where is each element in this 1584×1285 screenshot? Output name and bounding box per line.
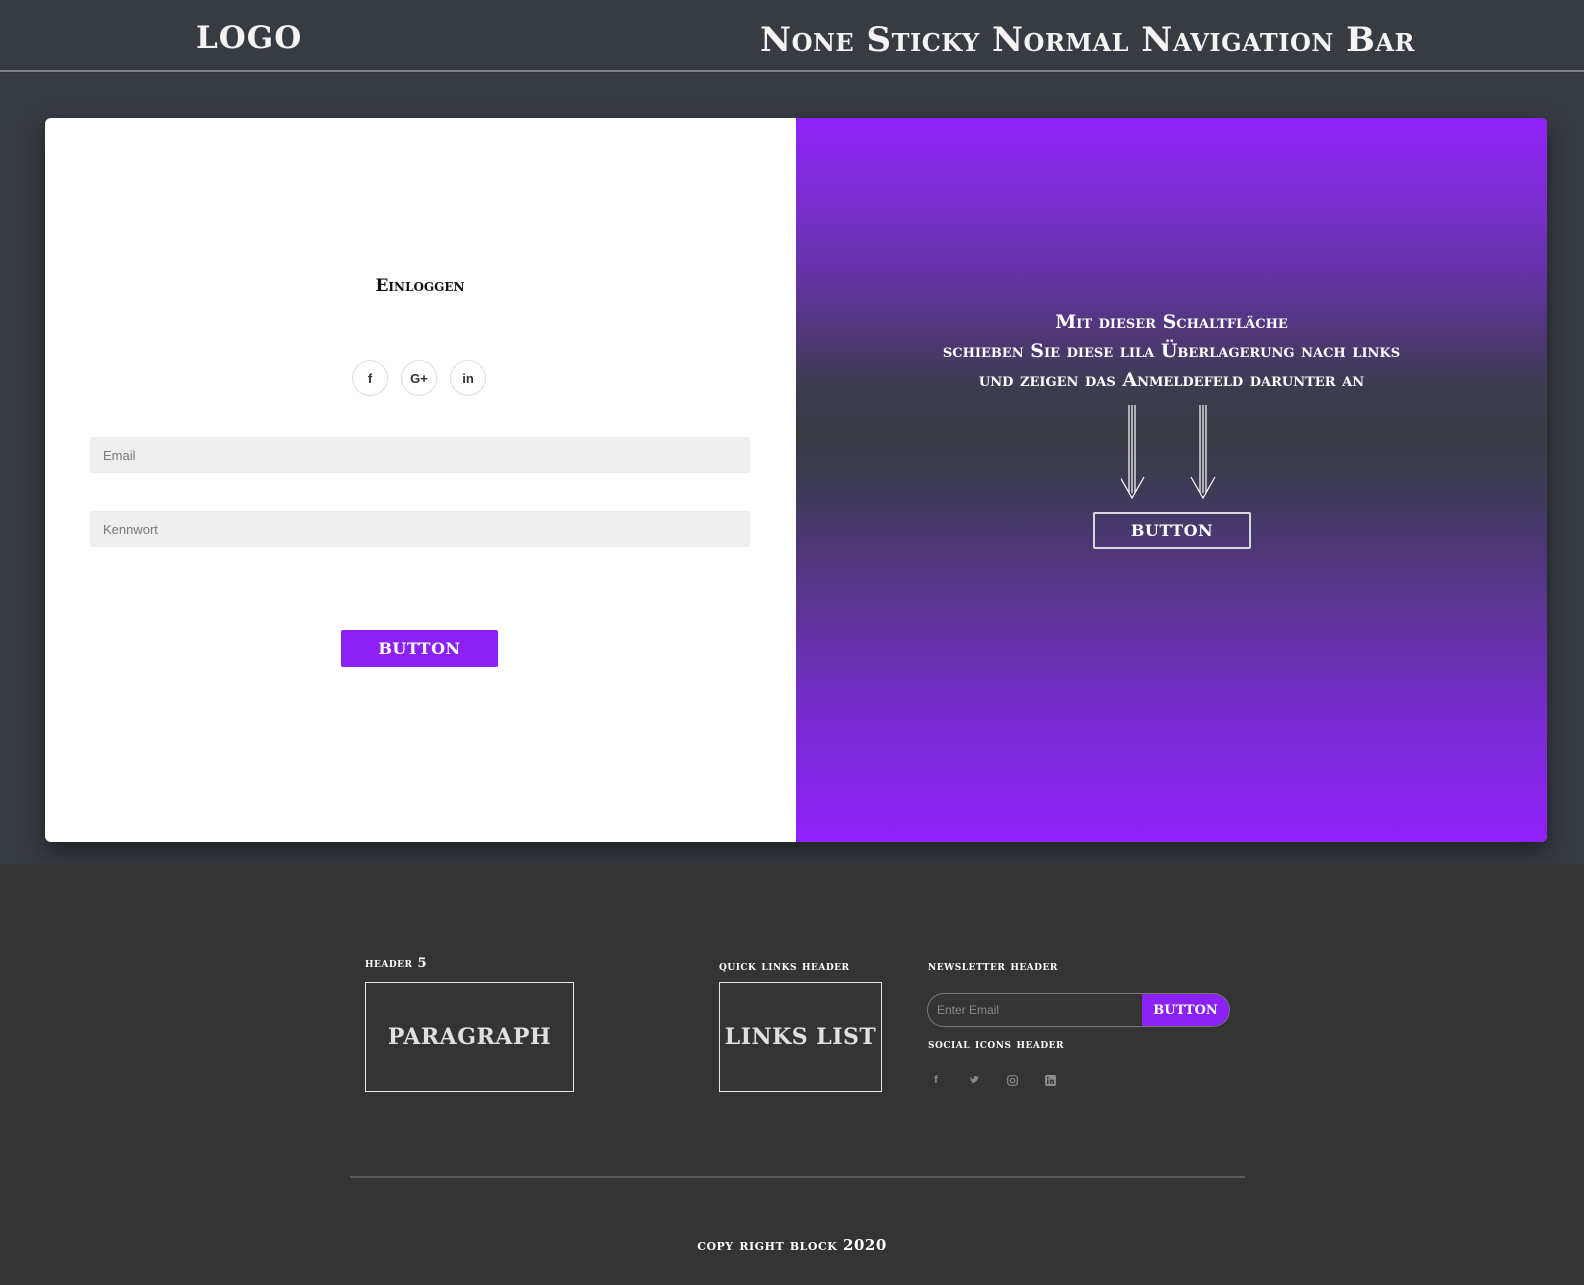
login-button[interactable]: BUTTON bbox=[341, 630, 498, 667]
login-card: Einloggen f G+ in BUTTON Mit dieser Scha… bbox=[45, 118, 1547, 842]
login-title: Einloggen bbox=[375, 276, 465, 296]
down-arrows-icon bbox=[1121, 405, 1216, 500]
footer-header-5: header 5 bbox=[365, 956, 428, 971]
nav-title: None Sticky Normal Navigation Bar bbox=[760, 20, 1415, 60]
logo[interactable]: LOGO bbox=[196, 20, 302, 56]
instagram-icon[interactable] bbox=[1004, 1073, 1020, 1087]
newsletter-email-input[interactable] bbox=[928, 994, 1142, 1026]
newsletter-header: newsletter header bbox=[928, 959, 1058, 974]
copyright: copy right block 2020 bbox=[697, 1236, 887, 1254]
twitter-icon[interactable] bbox=[966, 1073, 982, 1087]
newsletter-form: BUTTON bbox=[927, 993, 1230, 1027]
linkedin-icon[interactable] bbox=[1042, 1073, 1058, 1087]
overlay-line-2: schieben Sie diese lila Überlagerung nac… bbox=[942, 340, 1401, 362]
facebook-icon[interactable]: f bbox=[352, 360, 388, 396]
overlay-line-3: und zeigen das Anmeldefeld darunter an bbox=[978, 369, 1365, 391]
newsletter-button[interactable]: BUTTON bbox=[1142, 994, 1229, 1026]
social-login-group: f G+ in bbox=[352, 360, 486, 396]
overlay-slide-button[interactable]: BUTTON bbox=[1093, 512, 1251, 549]
purple-overlay-panel: Mit dieser Schaltfläche schieben Sie die… bbox=[796, 118, 1547, 842]
social-icons-header: social icons header bbox=[928, 1037, 1065, 1052]
paragraph-box: PARAGRAPH bbox=[365, 982, 574, 1092]
top-navigation-bar: LOGO None Sticky Normal Navigation Bar bbox=[0, 0, 1584, 72]
password-field[interactable] bbox=[90, 511, 750, 547]
overlay-line-1: Mit dieser Schaltfläche bbox=[1055, 311, 1288, 333]
footer-divider bbox=[350, 1176, 1245, 1178]
overlay-message: Mit dieser Schaltfläche schieben Sie die… bbox=[796, 308, 1547, 395]
google-plus-icon[interactable]: G+ bbox=[401, 360, 437, 396]
footer-social-icons: f bbox=[928, 1073, 1058, 1087]
linkedin-icon[interactable]: in bbox=[450, 360, 486, 396]
quick-links-header: quick links header bbox=[719, 959, 850, 974]
footer: header 5 PARAGRAPH quick links header LI… bbox=[0, 864, 1584, 1285]
facebook-icon[interactable]: f bbox=[928, 1073, 944, 1087]
email-field[interactable] bbox=[90, 437, 750, 473]
links-list-box[interactable]: LINKS LIST bbox=[719, 982, 882, 1092]
